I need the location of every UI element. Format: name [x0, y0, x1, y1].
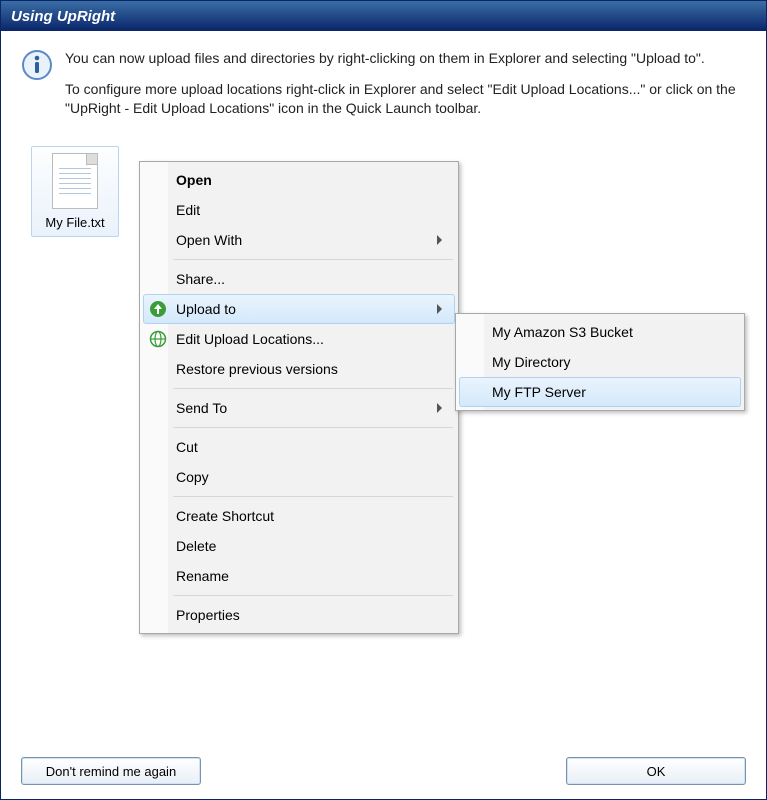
menu-separator — [173, 388, 453, 389]
submenu-ftp[interactable]: My FTP Server — [459, 377, 741, 407]
file-item[interactable]: My File.txt — [31, 146, 119, 237]
menu-send-to[interactable]: Send To — [143, 393, 455, 423]
menu-separator — [173, 496, 453, 497]
menu-create-shortcut[interactable]: Create Shortcut — [143, 501, 455, 531]
chevron-right-icon — [437, 403, 442, 413]
button-bar: Don't remind me again OK — [21, 747, 746, 785]
info-text: You can now upload files and directories… — [65, 49, 746, 130]
chevron-right-icon — [437, 235, 442, 245]
text-file-icon — [52, 153, 98, 209]
upload-to-submenu: My Amazon S3 Bucket My Directory My FTP … — [455, 313, 745, 411]
menu-separator — [173, 427, 453, 428]
context-menu: Open Edit Open With Share... Upload to — [139, 161, 459, 634]
window-title: Using UpRight — [11, 8, 115, 25]
menu-copy[interactable]: Copy — [143, 462, 455, 492]
info-para-1: You can now upload files and directories… — [65, 49, 746, 68]
titlebar[interactable]: Using UpRight — [1, 1, 766, 31]
dialog-window: Using UpRight You can now upload files a… — [0, 0, 767, 800]
menu-separator — [173, 595, 453, 596]
menu-properties[interactable]: Properties — [143, 600, 455, 630]
ok-button[interactable]: OK — [566, 757, 746, 785]
globe-icon — [147, 328, 169, 350]
menu-separator — [173, 259, 453, 260]
menu-open[interactable]: Open — [143, 165, 455, 195]
chevron-right-icon — [437, 304, 442, 314]
dont-remind-button[interactable]: Don't remind me again — [21, 757, 201, 785]
info-row: You can now upload files and directories… — [21, 49, 746, 130]
info-para-2: To configure more upload locations right… — [65, 80, 746, 118]
file-label: My File.txt — [36, 215, 114, 230]
info-icon — [21, 49, 53, 81]
client-area: You can now upload files and directories… — [1, 31, 766, 799]
submenu-directory[interactable]: My Directory — [459, 347, 741, 377]
menu-edit[interactable]: Edit — [143, 195, 455, 225]
menu-upload-to[interactable]: Upload to — [143, 294, 455, 324]
submenu-s3[interactable]: My Amazon S3 Bucket — [459, 317, 741, 347]
menu-edit-upload-locations[interactable]: Edit Upload Locations... — [143, 324, 455, 354]
menu-share[interactable]: Share... — [143, 264, 455, 294]
menu-rename[interactable]: Rename — [143, 561, 455, 591]
upload-arrow-icon — [147, 298, 169, 320]
file-area: My File.txt Open Edit Open With Share...… — [21, 146, 746, 666]
menu-delete[interactable]: Delete — [143, 531, 455, 561]
menu-restore-previous[interactable]: Restore previous versions — [143, 354, 455, 384]
menu-cut[interactable]: Cut — [143, 432, 455, 462]
menu-open-with[interactable]: Open With — [143, 225, 455, 255]
